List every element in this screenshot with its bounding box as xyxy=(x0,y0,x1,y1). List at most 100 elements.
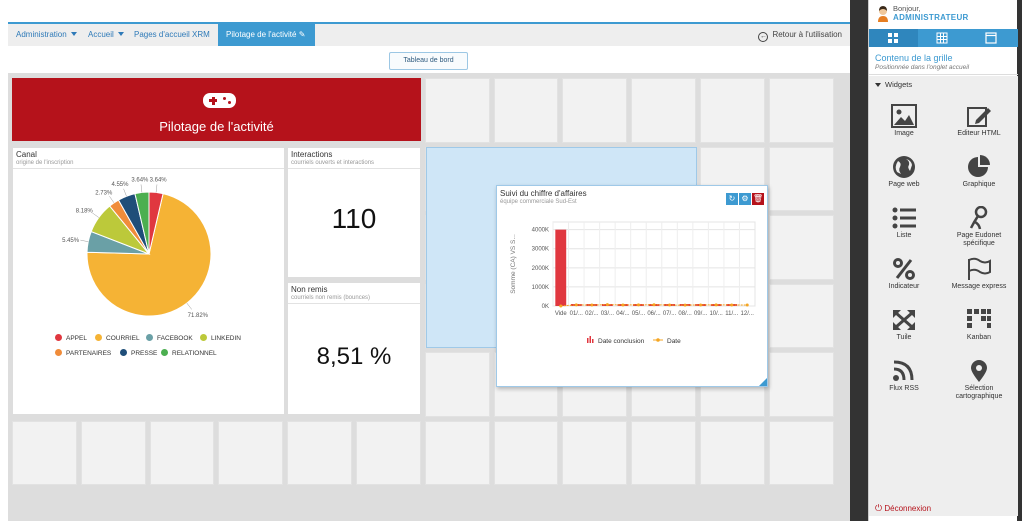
sidebar-tabs xyxy=(869,29,1018,47)
widget-chart[interactable]: Graphique xyxy=(944,155,1014,203)
grid-icon xyxy=(888,33,898,43)
legend-label: LINKEDIN xyxy=(211,335,241,342)
gear-icon[interactable]: ⚙ xyxy=(739,193,751,205)
trash-icon[interactable]: 🗑 xyxy=(752,193,764,205)
point-date xyxy=(621,303,625,307)
canal-title: Canal xyxy=(16,150,37,159)
widget-web-page[interactable]: Page web xyxy=(869,155,939,203)
grid-cell[interactable] xyxy=(768,78,834,143)
back-label: Retour à l'utilisation xyxy=(772,30,842,39)
revenue-bar-chart: 0K 1000K 2000K 3000K 4000K Vide 01/... 02/... 03… xyxy=(510,221,756,345)
grid-cell[interactable] xyxy=(768,215,834,280)
widget-label: Tuile xyxy=(896,334,912,341)
widget-indicator[interactable]: Indicateur xyxy=(869,257,939,305)
breadcrumb-label: Accueil xyxy=(88,30,114,39)
revenue-widget[interactable]: Suivi du chiffre d'affaires équipe comme… xyxy=(496,185,768,387)
widget-express-message[interactable]: Message express xyxy=(944,257,1014,305)
breadcrumb: Administration Accueil Pages d'accueil X… xyxy=(8,24,850,46)
widget-tile[interactable]: Tuile xyxy=(869,308,939,356)
pie-data-label: 2.73% xyxy=(95,190,113,196)
x-tick-label: 03/... xyxy=(601,311,615,317)
grid-cell[interactable] xyxy=(218,420,284,485)
interactions-title: Interactions xyxy=(291,150,333,159)
widget-kanban[interactable]: Kanban xyxy=(944,308,1014,356)
widget-image[interactable]: Image xyxy=(869,104,939,152)
widgets-label[interactable]: Widgets xyxy=(885,80,912,89)
interactions-widget[interactable]: Interactions courriels ouverts et intera… xyxy=(287,147,421,278)
dashboard-button[interactable]: Tableau de bord xyxy=(389,52,468,70)
pencil-icon[interactable]: ✎ xyxy=(299,30,306,39)
widget-map-selection[interactable]: Sélection cartographique xyxy=(944,359,1014,407)
legend-item-relationnel[interactable]: RELATIONNEL xyxy=(161,349,217,357)
widget-label: Flux RSS xyxy=(889,385,919,392)
main-area: Administration Accueil Pages d'accueil X… xyxy=(8,0,850,521)
grid-cell[interactable] xyxy=(562,78,628,143)
legend-item-appel[interactable]: APPEL xyxy=(55,334,87,342)
grid-cell[interactable] xyxy=(631,78,696,143)
grid-cell[interactable] xyxy=(356,420,421,485)
grid-cell[interactable] xyxy=(149,420,215,485)
back-to-usage-link[interactable]: ← Retour à l'utilisation xyxy=(758,24,842,46)
tab-window[interactable] xyxy=(967,29,1016,47)
chevron-down-icon[interactable] xyxy=(875,83,881,87)
grid-cell[interactable] xyxy=(562,420,628,485)
tile-icon xyxy=(893,310,915,330)
grid-cell[interactable] xyxy=(287,420,352,485)
gamepad-icon xyxy=(203,93,236,108)
grid-cell[interactable] xyxy=(424,352,490,417)
grid-cell[interactable] xyxy=(631,420,696,485)
grid-cell[interactable] xyxy=(768,420,834,485)
grid-cell[interactable] xyxy=(424,420,490,485)
breadcrumb-accueil[interactable]: Accueil xyxy=(88,24,124,46)
grid-cell[interactable] xyxy=(700,78,765,143)
widget-label: Message express xyxy=(951,283,1007,290)
resize-handle[interactable] xyxy=(759,378,767,386)
widget-html-editor[interactable]: Editeur HTML xyxy=(944,104,1014,152)
logout-link[interactable]: ⏻ Déconnexion xyxy=(875,503,931,514)
point-date xyxy=(683,303,687,307)
legend-item-facebook[interactable]: FACEBOOK xyxy=(146,334,193,342)
title-widget-text: Pilotage de l'activité xyxy=(159,119,274,134)
non-remis-widget[interactable]: Non remis courriels non remis (bounces) … xyxy=(287,282,421,415)
y-tick-label: 3000K xyxy=(532,247,549,253)
legend-item-presse[interactable]: PRESSE xyxy=(120,349,157,357)
x-tick-label: 11/... xyxy=(725,311,738,317)
grid-cell[interactable] xyxy=(80,420,146,485)
refresh-icon[interactable]: ↻ xyxy=(726,193,738,205)
grid-cell[interactable] xyxy=(768,283,834,348)
widgets-panel: Widgets Image Editeur HTML Page web Grap… xyxy=(869,76,1018,516)
legend-label-date-conclusion: Date conclusion xyxy=(598,338,645,345)
pie-data-label: 3.64% xyxy=(150,177,168,183)
widget-list[interactable]: Liste xyxy=(869,206,939,254)
grid-cell[interactable] xyxy=(768,146,834,211)
point-date xyxy=(590,303,594,307)
html-editor-icon xyxy=(967,107,991,127)
legend-item-partenaires[interactable]: PARTENAIRES xyxy=(55,349,111,357)
pie-leader-line xyxy=(109,196,115,203)
breadcrumb-pages-accueil[interactable]: Pages d'accueil XRM xyxy=(134,24,210,46)
grid-cell[interactable] xyxy=(12,420,77,485)
breadcrumb-administration[interactable]: Administration xyxy=(16,24,77,46)
grid-cell[interactable] xyxy=(493,420,559,485)
breadcrumb-label: Pilotage de l'activité xyxy=(226,30,297,39)
grid-cell[interactable] xyxy=(700,420,765,485)
specific-page-icon xyxy=(969,206,988,230)
grid-cell[interactable] xyxy=(493,78,559,143)
x-tick-label: 05/... xyxy=(632,311,646,317)
canal-widget[interactable]: Canal origine de l'inscription 71.82% 5.4… xyxy=(12,147,285,415)
breadcrumb-active-page[interactable]: Pilotage de l'activité ✎ xyxy=(218,24,316,46)
tab-layout[interactable] xyxy=(918,29,967,47)
title-widget[interactable]: Pilotage de l'activité xyxy=(12,78,421,141)
grid-content-title: Contenu de la grille xyxy=(875,53,953,63)
y-axis-label: Somme (CA) VS S... xyxy=(510,234,517,294)
legend-swatch xyxy=(55,334,62,341)
grid-cell[interactable] xyxy=(768,352,834,417)
widget-rss[interactable]: Flux RSS xyxy=(869,359,939,407)
widget-specific-page[interactable]: Page Eudonet spécifique xyxy=(944,206,1014,254)
bar-date-conclusion xyxy=(555,229,567,306)
legend-item-courriel[interactable]: COURRIEL xyxy=(95,334,140,342)
non-remis-value: 8,51 % xyxy=(316,343,392,370)
grid-cell[interactable] xyxy=(424,78,490,143)
tab-grid[interactable] xyxy=(869,29,918,47)
legend-item-linkedin[interactable]: LINKEDIN xyxy=(200,334,241,342)
